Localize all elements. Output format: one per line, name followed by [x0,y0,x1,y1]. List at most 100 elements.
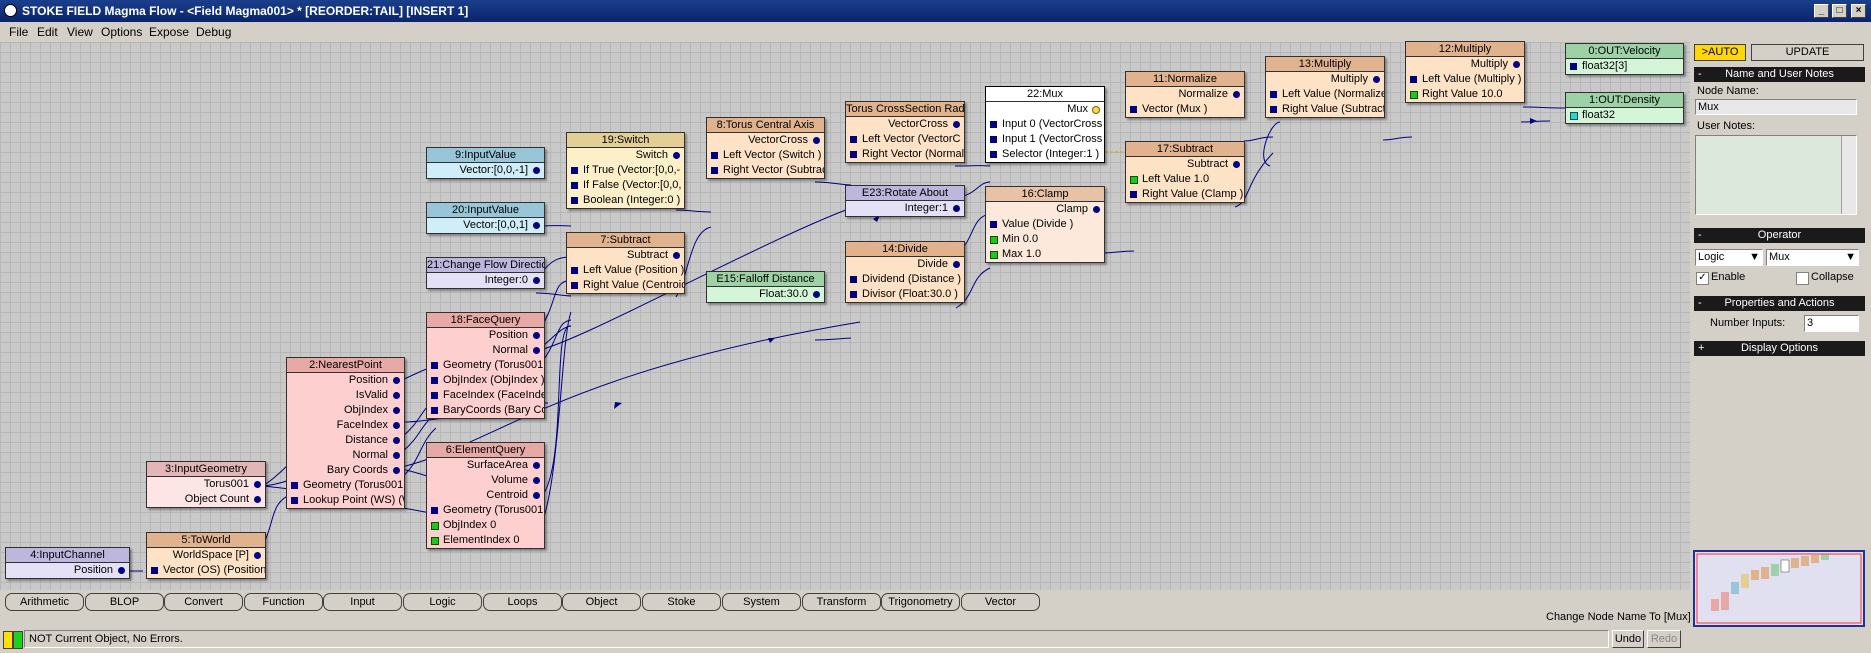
output-port-normal[interactable]: Normal [287,448,404,463]
output-port-mux[interactable]: Mux [986,102,1104,117]
output-port-position[interactable]: Position [6,563,129,578]
node-normalize[interactable]: 11:Normalize Normalize Vector (Mux ) [1125,71,1245,118]
node-subtract-7[interactable]: 7:Subtract Subtract Left Value (Position… [566,232,685,294]
input-port-objindex[interactable]: ObjIndex (ObjIndex ) [427,373,544,388]
node-title[interactable]: 1:OUT:Density [1566,93,1683,108]
input-port-input-0[interactable]: Input 0 (VectorCross [986,117,1104,132]
category-arithmetic[interactable]: Arithmetic [5,593,84,611]
input-port-vector[interactable]: Vector (Mux ) [1126,102,1244,117]
node-title[interactable]: 14:Divide [846,242,964,257]
output-port-value[interactable]: Vector:[0,0,1] [427,218,544,233]
input-port-lookup-point[interactable]: Lookup Point (WS) (W [287,493,404,508]
node-face-query[interactable]: 18:FaceQuery Position Normal Geometry (T… [426,312,545,419]
node-rotate-about[interactable]: E23:Rotate About Integer:1 [845,185,965,217]
collapse-checkbox[interactable] [1796,272,1809,285]
node-title[interactable]: 12:Multiply [1406,42,1524,57]
close-icon[interactable]: × [1851,4,1866,18]
node-clamp[interactable]: 16:Clamp Clamp Value (Divide ) Min 0.0 M… [985,186,1105,263]
node-mux[interactable]: 22:Mux Mux Input 0 (VectorCross Input 1 … [985,86,1105,163]
menu-debug[interactable]: Debug [196,25,231,39]
node-title[interactable]: 4:InputChannel [6,548,129,563]
input-port-right-value[interactable]: Right Value (Clamp ) [1126,187,1244,202]
output-port-vectorcross[interactable]: VectorCross [707,133,824,148]
input-port-geometry[interactable]: Geometry (Torus001 [287,478,404,493]
input-port-left-value[interactable]: Left Value (Position ) [567,263,684,278]
operator-category-select[interactable]: Logic ▼ [1695,249,1763,266]
output-port-centroid[interactable]: Centroid [427,488,544,503]
output-port-divide[interactable]: Divide [846,257,964,272]
node-title[interactable]: E23:Rotate About [846,186,964,201]
input-port-objindex[interactable]: ObjIndex 0 [427,518,544,533]
category-loops[interactable]: Loops [483,593,562,611]
output-port-vectorcross[interactable]: VectorCross [846,117,964,132]
node-input-geometry[interactable]: 3:InputGeometry Torus001 Object Count [146,461,266,508]
node-change-flow-direction[interactable]: 21:Change Flow Directio Integer:0 [426,257,545,289]
category-logic[interactable]: Logic [403,593,482,611]
node-title[interactable]: Torus CrossSection Rad [846,102,964,117]
output-port-value[interactable]: Float:30.0 [707,287,824,302]
menu-view[interactable]: View [67,25,93,39]
node-title[interactable]: 8:Torus Central Axis [707,118,824,133]
node-to-world[interactable]: 5:ToWorld WorldSpace [P] Vector (OS) (Po… [146,532,266,579]
minimap[interactable] [1693,550,1865,627]
node-multiply-12[interactable]: 12:Multiply Multiply Left Value (Multipl… [1405,41,1525,103]
category-vector[interactable]: Vector [961,593,1040,611]
category-object[interactable]: Object [562,593,641,611]
output-port-surface-area[interactable]: SurfaceArea [427,458,544,473]
input-port-right-value[interactable]: Right Value 10.0 [1406,87,1524,102]
node-title[interactable]: 11:Normalize [1126,72,1244,87]
output-port-distance[interactable]: Distance [287,433,404,448]
input-port-density[interactable]: float32 [1566,108,1683,123]
input-port-element-index[interactable]: ElementIndex 0 [427,533,544,548]
category-transform[interactable]: Transform [802,593,881,611]
input-port-input-1[interactable]: Input 1 (VectorCross [986,132,1104,147]
input-port-min[interactable]: Min 0.0 [986,232,1104,247]
redo-button[interactable]: Redo [1647,630,1681,648]
input-port-if-false[interactable]: If False (Vector:[0,0, [567,178,684,193]
minimize-icon[interactable]: _ [1814,4,1829,18]
node-multiply-13[interactable]: 13:Multiply Multiply Left Value (Normali… [1265,56,1385,118]
category-trigonometry[interactable]: Trigonometry [881,593,960,611]
node-nearest-point[interactable]: 2:NearestPoint Position IsValid ObjIndex… [286,357,405,509]
menu-expose[interactable]: Expose [149,25,189,39]
node-element-query[interactable]: 6:ElementQuery SurfaceArea Volume Centro… [426,442,545,549]
node-title[interactable]: 17:Subtract [1126,142,1244,157]
section-properties-header[interactable]: - Properties and Actions [1694,296,1865,311]
input-port-velocity[interactable]: float32[3] [1566,59,1683,74]
node-title[interactable]: 19:Switch [567,133,684,148]
output-port-value[interactable]: Integer:0 [427,273,544,288]
node-title[interactable]: 22:Mux [986,87,1104,102]
input-port-left-value[interactable]: Left Value (Normalize [1266,87,1384,102]
operator-type-select[interactable]: Mux ▼ [1766,249,1859,266]
input-port-right-vector[interactable]: Right Vector (Subtrac [707,163,824,178]
input-port-dividend[interactable]: Dividend (Distance ) [846,272,964,287]
input-port-boolean[interactable]: Boolean (Integer:0 ) [567,193,684,208]
output-port-clamp[interactable]: Clamp [986,202,1104,217]
node-divide[interactable]: 14:Divide Divide Dividend (Distance ) Di… [845,241,965,303]
update-button[interactable]: UPDATE [1751,44,1864,61]
category-convert[interactable]: Convert [164,593,243,611]
output-port-normalize[interactable]: Normalize [1126,87,1244,102]
node-title[interactable]: 2:NearestPoint [287,358,404,373]
node-torus-central-axis[interactable]: 8:Torus Central Axis VectorCross Left Ve… [706,117,825,179]
app-icon[interactable] [4,4,17,17]
node-subtract-17[interactable]: 17:Subtract Subtract Left Value 1.0 Righ… [1125,141,1245,203]
input-port-right-value[interactable]: Right Value (Subtract [1266,102,1384,117]
output-port-normal[interactable]: Normal [427,343,544,358]
output-port-bary-coords[interactable]: Bary Coords [287,463,404,478]
output-port-volume[interactable]: Volume [427,473,544,488]
category-input[interactable]: Input [323,593,402,611]
section-display-options-header[interactable]: + Display Options [1694,341,1865,356]
output-port-subtract[interactable]: Subtract [1126,157,1244,172]
output-port-isvalid[interactable]: IsValid [287,388,404,403]
input-port-divisor[interactable]: Divisor (Float:30.0 ) [846,287,964,302]
undo-button[interactable]: Undo [1612,630,1644,648]
menu-options[interactable]: Options [101,25,142,39]
node-title[interactable]: 6:ElementQuery [427,443,544,458]
menu-file[interactable]: File [9,25,28,39]
input-port-left-value[interactable]: Left Value 1.0 [1126,172,1244,187]
input-port-left-vector[interactable]: Left Vector (Switch ) [707,148,824,163]
node-falloff-distance[interactable]: E15:Falloff Distance Float:30.0 [706,271,825,303]
node-title[interactable]: 21:Change Flow Directio [427,258,544,273]
input-port-left-value[interactable]: Left Value (Multiply ) [1406,72,1524,87]
